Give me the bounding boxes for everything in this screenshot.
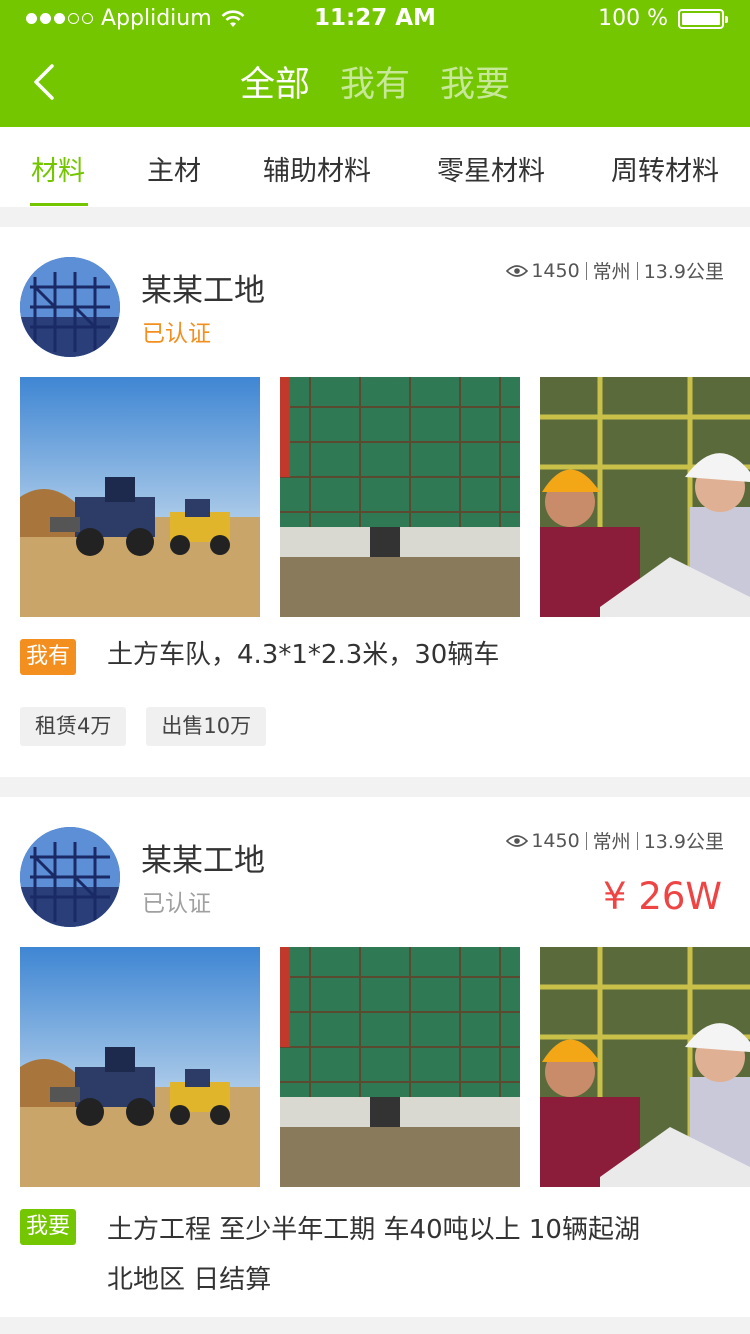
photo-engineers[interactable] <box>540 947 750 1187</box>
photo-engineers[interactable] <box>540 377 750 617</box>
post-meta: 1450 常州 13.9公里 <box>506 827 724 854</box>
eye-icon <box>506 264 529 277</box>
view-count: 1450 <box>531 829 580 852</box>
battery-icon <box>678 8 728 29</box>
tab-all[interactable]: 全部 <box>240 56 310 107</box>
top-bar: Applidium 11:27 AM 100 % 全部 我有 我要 <box>0 0 750 127</box>
category-tab-turnover[interactable]: 周转材料 <box>611 149 719 188</box>
post-meta: 1450 常州 13.9公里 <box>506 257 724 284</box>
view-count: 1450 <box>531 259 580 282</box>
avatar[interactable] <box>20 827 120 927</box>
post-description-line: 北地区 日结算 <box>107 1265 272 1295</box>
distance: 13.9公里 <box>643 261 724 283</box>
photo-building[interactable] <box>280 377 520 617</box>
status-bar: Applidium 11:27 AM 100 % <box>0 0 750 40</box>
price: ¥ 26W <box>603 875 722 918</box>
post-type-tag: 我要 <box>20 1209 77 1245</box>
city: 常州 <box>592 261 631 283</box>
site-name: 某某工地 <box>141 273 265 309</box>
tab-want[interactable]: 我要 <box>440 56 510 107</box>
post-card[interactable]: 某某工地 已认证 1450 常州 13.9公里 ¥ 26W 我要 土方工程 至少… <box>0 797 750 1317</box>
category-tab-auxiliary[interactable]: 辅助材料 <box>263 149 371 188</box>
site-name: 某某工地 <box>141 843 265 879</box>
photo-loaders[interactable] <box>20 947 260 1187</box>
eye-icon <box>506 834 529 847</box>
category-tab-materials[interactable]: 材料 <box>31 149 85 188</box>
active-tab-indicator <box>30 203 88 206</box>
category-tab-main[interactable]: 主材 <box>147 149 201 188</box>
photo-building[interactable] <box>280 947 520 1187</box>
post-card[interactable]: 某某工地 已认证 1450 常州 13.9公里 我有 土方车队，4.3*1*2.… <box>0 227 750 777</box>
post-description: 土方工程 至少半年工期 车40吨以上 10辆起湖 北地区 日结算 <box>107 1205 727 1305</box>
city: 常州 <box>592 831 631 853</box>
battery-percent: 100 % <box>598 6 668 31</box>
photo-loaders[interactable] <box>20 377 260 617</box>
post-type-tag: 我有 <box>20 639 77 675</box>
distance: 13.9公里 <box>643 831 724 853</box>
tab-have[interactable]: 我有 <box>340 56 410 107</box>
post-description-line: 土方工程 至少半年工期 车40吨以上 10辆起湖 <box>107 1215 640 1245</box>
price-chip-rent: 租赁4万 <box>20 707 127 746</box>
category-tab-sporadic[interactable]: 零星材料 <box>437 149 545 188</box>
category-tabs: 材料 主材 辅助材料 零星材料 周转材料 <box>0 127 750 207</box>
nav-bar: 全部 我有 我要 <box>0 52 750 112</box>
price-chip-sale: 出售10万 <box>146 707 267 746</box>
avatar[interactable] <box>20 257 120 357</box>
verified-badge: 已认证 <box>142 891 211 917</box>
verified-badge: 已认证 <box>142 321 211 347</box>
post-description: 土方车队，4.3*1*2.3米，30辆车 <box>107 640 500 670</box>
